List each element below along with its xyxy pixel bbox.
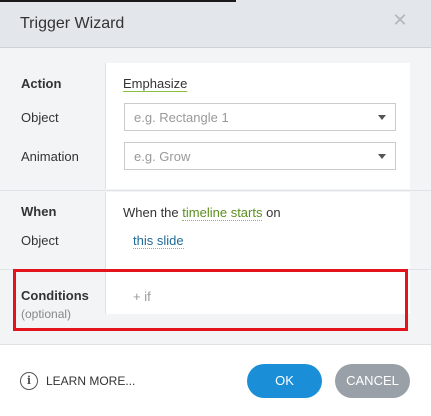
ok-button[interactable]: OK [247, 364, 322, 398]
cancel-button[interactable]: CANCEL [335, 364, 410, 398]
when-object-label: Object [21, 233, 59, 248]
section-divider [0, 190, 431, 191]
timeline-starts-link[interactable]: timeline starts [182, 205, 263, 221]
dialog-title: Trigger Wizard [20, 15, 125, 32]
object-label: Object [21, 110, 59, 125]
animation-label: Animation [21, 149, 79, 164]
dialog-header: Trigger Wizard ✕ [0, 0, 431, 48]
learn-more-link[interactable]: LEARN MORE... [46, 374, 135, 388]
when-prefix: When the [123, 205, 179, 220]
object-placeholder: e.g. Rectangle 1 [134, 110, 229, 125]
action-label: Action [21, 76, 62, 91]
when-suffix: on [266, 205, 281, 220]
when-sentence: When the timeline starts on [123, 205, 281, 221]
action-value-link[interactable]: Emphasize [123, 76, 187, 91]
trigger-wizard-dialog: Trigger Wizard ✕ Action Emphasize Object… [0, 0, 431, 416]
animation-placeholder: e.g. Grow [134, 149, 191, 164]
close-icon[interactable]: ✕ [392, 11, 408, 29]
info-icon[interactable]: i [20, 372, 38, 390]
top-strip [0, 0, 236, 2]
animation-dropdown[interactable]: e.g. Grow [124, 142, 396, 170]
conditions-highlight [13, 269, 408, 331]
this-slide-link[interactable]: this slide [133, 233, 184, 249]
object-dropdown[interactable]: e.g. Rectangle 1 [124, 103, 396, 131]
when-label: When [21, 204, 57, 219]
chevron-down-icon [378, 154, 386, 159]
dialog-footer: i LEARN MORE... OK CANCEL [0, 344, 431, 416]
chevron-down-icon [378, 115, 386, 120]
